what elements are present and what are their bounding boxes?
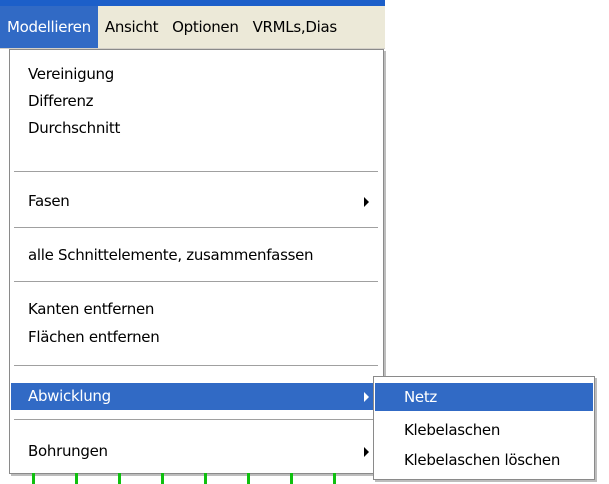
menu-item-label: Flächen entfernen bbox=[28, 328, 160, 346]
grid-tick bbox=[75, 473, 78, 484]
submenu-item-klebelaschen[interactable]: Klebelaschen bbox=[375, 416, 593, 444]
grid-tick bbox=[161, 473, 164, 484]
menu-item-flaechen-entfernen[interactable]: Flächen entfernen bbox=[11, 324, 381, 351]
menu-item-label: Fasen bbox=[28, 192, 70, 210]
grid-tick bbox=[333, 473, 336, 484]
menu-separator bbox=[14, 365, 378, 367]
grid-tick bbox=[32, 473, 35, 484]
menu-item-abwicklung[interactable]: Abwicklung bbox=[11, 383, 381, 410]
menu-separator bbox=[14, 171, 378, 173]
menu-item-label: alle Schnittelemente, zusammenfassen bbox=[28, 246, 314, 264]
menubar-ansicht[interactable]: Ansicht bbox=[98, 6, 165, 48]
menu-item-durchschnitt[interactable]: Durchschnitt bbox=[11, 115, 381, 142]
menu-separator bbox=[14, 419, 378, 421]
grid-tick bbox=[204, 473, 207, 484]
menu-item-kanten-entfernen[interactable]: Kanten entfernen bbox=[11, 296, 381, 323]
menu-separator bbox=[14, 227, 378, 229]
menu-item-label: Kanten entfernen bbox=[28, 300, 155, 318]
menu-item-bohrungen[interactable]: Bohrungen bbox=[11, 438, 381, 465]
menu-item-alle-schnittelemente[interactable]: alle Schnittelemente, zusammenfassen bbox=[11, 242, 381, 269]
menu-item-label: Differenz bbox=[28, 92, 94, 110]
menu-bar: Modellieren Ansicht Optionen VRMLs,Dias bbox=[0, 6, 385, 49]
menu-item-label: Abwicklung bbox=[28, 387, 111, 405]
grid-tick bbox=[247, 473, 250, 484]
menubar-modellieren[interactable]: Modellieren bbox=[0, 6, 98, 48]
menu-item-label: Durchschnitt bbox=[28, 119, 121, 137]
menu-item-vereinigung[interactable]: Vereinigung bbox=[11, 61, 381, 88]
menubar-optionen[interactable]: Optionen bbox=[165, 6, 245, 48]
abwicklung-submenu: Netz Klebelaschen Klebelaschen löschen bbox=[373, 376, 595, 480]
submenu-item-label: Netz bbox=[404, 388, 438, 406]
submenu-arrow-icon bbox=[364, 197, 369, 207]
menu-separator bbox=[14, 281, 378, 283]
submenu-item-label: Klebelaschen löschen bbox=[404, 451, 561, 469]
submenu-item-klebelaschen-loeschen[interactable]: Klebelaschen löschen bbox=[375, 446, 593, 474]
submenu-arrow-icon bbox=[364, 392, 369, 402]
menu-item-label: Vereinigung bbox=[28, 65, 114, 83]
menubar-vrmls-dias[interactable]: VRMLs,Dias bbox=[246, 6, 344, 48]
grid-tick bbox=[290, 473, 293, 484]
grid-tick bbox=[118, 473, 121, 484]
submenu-item-netz[interactable]: Netz bbox=[375, 383, 593, 411]
submenu-arrow-icon bbox=[364, 447, 369, 457]
menu-item-fasen[interactable]: Fasen bbox=[11, 188, 381, 215]
modellieren-dropdown-menu: Vereinigung Differenz Durchschnitt Fasen… bbox=[9, 49, 384, 474]
menu-item-differenz[interactable]: Differenz bbox=[11, 88, 381, 115]
menu-item-label: Bohrungen bbox=[28, 442, 108, 460]
submenu-item-label: Klebelaschen bbox=[404, 421, 501, 439]
